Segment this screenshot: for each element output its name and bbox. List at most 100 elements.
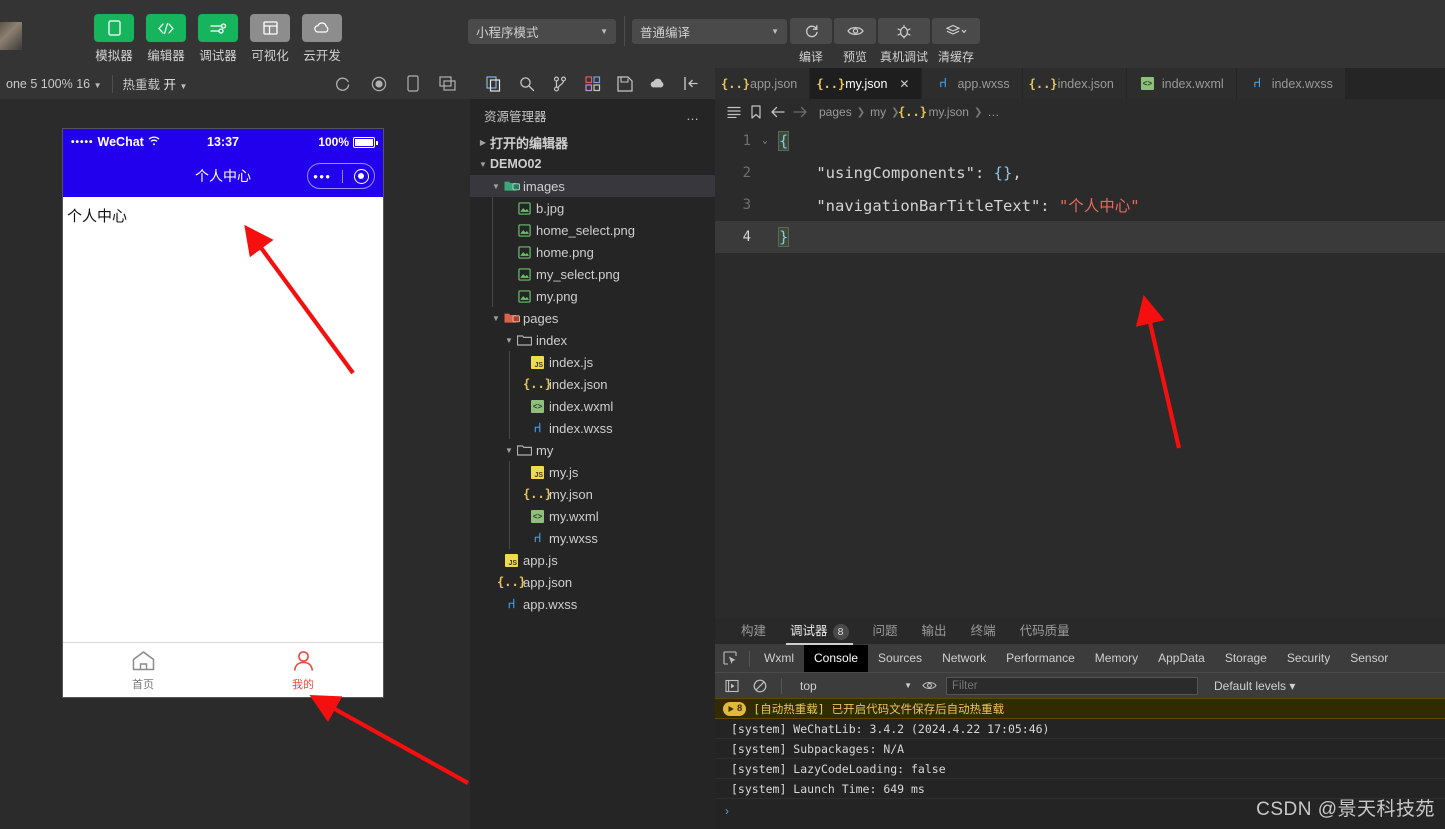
chevron-down-icon[interactable]: ▼ xyxy=(489,314,503,323)
close-icon[interactable]: ✕ xyxy=(899,77,909,91)
tree-item[interactable]: ▸JSindex.js xyxy=(470,351,715,373)
forward-arrow-icon[interactable] xyxy=(789,106,811,118)
extensions-icon[interactable] xyxy=(576,71,609,97)
tree-item[interactable]: ▸home_select.png xyxy=(470,219,715,241)
tree-item[interactable]: ▸my.png xyxy=(470,285,715,307)
source-control-icon[interactable] xyxy=(543,71,576,97)
phone-outline-icon[interactable] xyxy=(407,75,419,92)
back-arrow-icon[interactable] xyxy=(767,106,789,118)
devtools-tab[interactable]: 构建 xyxy=(729,618,778,645)
tree-section[interactable]: ▶ 打开的编辑器 xyxy=(470,131,715,153)
mode-select[interactable]: 小程序模式 ▼ xyxy=(468,19,616,44)
inspect-element-icon[interactable] xyxy=(715,651,745,666)
devtools-tab[interactable]: 问题 xyxy=(861,618,910,645)
tree-item[interactable]: ▸⑁my.wxss xyxy=(470,527,715,549)
cloud-upload-icon[interactable] xyxy=(642,71,675,97)
tree-item[interactable]: ▼ index xyxy=(470,329,715,351)
tree-item[interactable]: ▼ my xyxy=(470,439,715,461)
console-prompt[interactable]: › xyxy=(715,799,1445,823)
collapse-panel-icon[interactable] xyxy=(674,71,707,97)
hot-reload-toggle[interactable]: 热重载 开 ▼ xyxy=(123,74,188,93)
console-tab[interactable]: Wxml xyxy=(754,645,804,672)
editor-tab[interactable]: <> index.wxml xyxy=(1126,68,1237,99)
devtools-tab[interactable]: 调试器 8 xyxy=(778,618,861,645)
tabbar-item-my[interactable]: 我的 xyxy=(223,648,383,692)
search-icon[interactable] xyxy=(511,71,544,97)
action-clear-cache[interactable]: 清缓存 xyxy=(932,18,980,65)
console-context-select[interactable]: top ▼ xyxy=(792,679,912,693)
tree-item[interactable]: ▸{..}app.json xyxy=(470,571,715,593)
console-tab[interactable]: Security xyxy=(1277,645,1340,672)
capsule-button[interactable]: ••• xyxy=(307,163,375,189)
fold-toggle-icon[interactable]: ⌄ xyxy=(757,136,773,146)
chevron-down-icon[interactable]: ▼ xyxy=(502,446,516,455)
console-tab[interactable]: Storage xyxy=(1215,645,1277,672)
refresh-circle-icon[interactable] xyxy=(335,75,351,92)
breadcrumb-item[interactable]: pages xyxy=(819,105,852,119)
code-line[interactable]: 4} xyxy=(715,221,1445,253)
tree-item[interactable]: ▼ images xyxy=(470,175,715,197)
breadcrumb-item[interactable]: … xyxy=(987,105,999,119)
chevron-down-icon[interactable]: ▼ xyxy=(502,336,516,345)
console-filter-input[interactable] xyxy=(946,676,1198,695)
devtools-tab[interactable]: 输出 xyxy=(910,618,959,645)
toolbar-item-editor[interactable]: 编辑器 xyxy=(144,14,188,64)
bookmark-icon[interactable] xyxy=(745,105,767,119)
code-editor[interactable]: 1 ⌄{2 "usingComponents": {}, 3 "navigation… xyxy=(715,125,1445,618)
toolbar-item-cloud[interactable]: 云开发 xyxy=(300,14,344,64)
tree-item[interactable]: ▸JSmy.js xyxy=(470,461,715,483)
tree-item[interactable]: ▸my_select.png xyxy=(470,263,715,285)
tree-item[interactable]: ▸⑁app.wxss xyxy=(470,593,715,615)
editor-tab[interactable]: {..} index.json xyxy=(1022,68,1127,99)
tabbar-item-home[interactable]: 首页 xyxy=(63,648,223,692)
console-tab[interactable]: Console xyxy=(804,645,869,672)
tree-item[interactable]: ▸{..}index.json xyxy=(470,373,715,395)
editor-tab[interactable]: ⑁ index.wxss xyxy=(1236,68,1346,99)
console-tab[interactable]: Memory xyxy=(1085,645,1148,672)
more-options-icon[interactable]: … xyxy=(686,108,701,123)
console-tab[interactable]: Sensor xyxy=(1340,645,1398,672)
device-select[interactable]: one 5 100% 16 ▼ xyxy=(0,77,102,91)
user-avatar[interactable] xyxy=(0,22,22,50)
outline-icon[interactable] xyxy=(723,106,745,118)
save-all-icon[interactable] xyxy=(609,71,642,97)
console-tab[interactable]: Sources xyxy=(868,645,932,672)
execute-icon[interactable] xyxy=(721,679,743,693)
toolbar-item-simulator[interactable]: 模拟器 xyxy=(92,14,136,64)
tree-item[interactable]: ▸⑁index.wxss xyxy=(470,417,715,439)
toolbar-item-debugger[interactable]: 调试器 xyxy=(196,14,240,64)
console-tab[interactable]: Network xyxy=(932,645,996,672)
code-line[interactable]: 1 ⌄ { xyxy=(715,125,1445,157)
breadcrumb-item[interactable]: my.json xyxy=(928,105,968,119)
toolbar-item-visualization[interactable]: 可视化 xyxy=(248,14,292,64)
compile-mode-select[interactable]: 普通编译 ▼ xyxy=(632,19,787,44)
devtools-tab[interactable]: 终端 xyxy=(959,618,1008,645)
tree-section[interactable]: ▼ DEMO02 xyxy=(470,153,715,175)
tree-item[interactable]: ▼ pages xyxy=(470,307,715,329)
chevron-down-icon[interactable]: ▼ xyxy=(489,182,503,191)
tree-item[interactable]: ▸<>index.wxml xyxy=(470,395,715,417)
copy-window-icon[interactable] xyxy=(439,75,456,92)
action-preview[interactable]: 预览 xyxy=(834,18,876,65)
files-icon[interactable] xyxy=(478,71,511,97)
tree-item[interactable]: ▸home.png xyxy=(470,241,715,263)
console-tab[interactable]: Performance xyxy=(996,645,1085,672)
code-line[interactable]: 3 "navigationBarTitleText": "个人中心" xyxy=(715,189,1445,221)
tree-item[interactable]: ▸JSapp.js xyxy=(470,549,715,571)
tree-item[interactable]: ▸<>my.wxml xyxy=(470,505,715,527)
tree-item[interactable]: ▸b.jpg xyxy=(470,197,715,219)
editor-tab[interactable]: {..} app.json xyxy=(715,68,811,99)
console-levels-select[interactable]: Default levels ▾ xyxy=(1214,679,1295,693)
chevron-right-icon[interactable]: ▶ xyxy=(476,138,490,147)
chevron-down-icon[interactable]: ▼ xyxy=(476,160,490,169)
code-line[interactable]: 2 "usingComponents": {}, xyxy=(715,157,1445,189)
eye-filter-icon[interactable] xyxy=(918,680,940,691)
action-compile[interactable]: 编译 xyxy=(790,18,832,65)
editor-tab[interactable]: ⑁ app.wxss xyxy=(922,68,1023,99)
editor-tab[interactable]: {..} my.json ✕ xyxy=(810,68,923,99)
tree-item[interactable]: ▸{..}my.json xyxy=(470,483,715,505)
breadcrumb-item[interactable]: my xyxy=(870,105,886,119)
devtools-tab[interactable]: 代码质量 xyxy=(1008,618,1082,645)
clear-console-icon[interactable] xyxy=(749,679,771,693)
record-icon[interactable] xyxy=(371,75,387,92)
